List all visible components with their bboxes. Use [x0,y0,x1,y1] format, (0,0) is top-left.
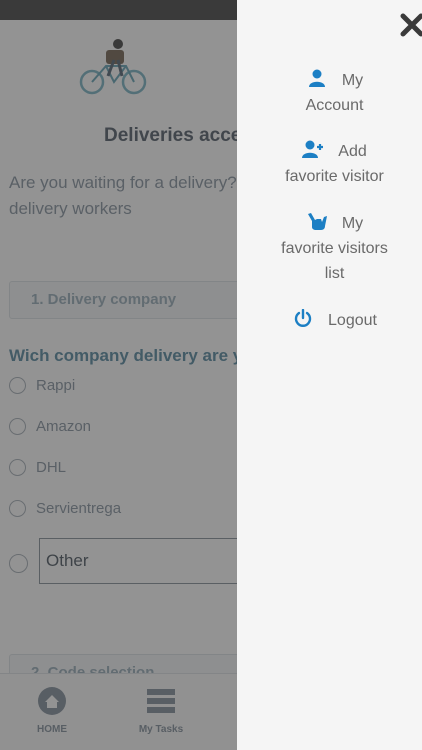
menu-label-line1: Logout [328,312,377,329]
menu-item-add-favorite-visitor[interactable]: Add favorite visitor [237,139,422,189]
close-icon[interactable] [399,12,422,38]
menu-label-line3: list [324,265,345,282]
side-drawer-menu: My Account Add favorite visitor My favor… [237,0,422,750]
user-icon [308,69,325,87]
menu-item-my-account[interactable]: My Account [237,68,422,118]
menu-label-line2: favorite visitors [281,240,388,257]
hang-loose-hand-icon [307,213,327,230]
menu-item-logout[interactable]: Logout [237,308,422,333]
menu-label-line1: Add [338,143,367,160]
menu-label-line2: Account [305,97,364,114]
menu-label-line1: My [341,72,364,89]
menu-label-line1: My [341,215,364,232]
power-icon [294,309,312,327]
add-user-icon [302,140,324,158]
menu-label-line2: favorite visitor [285,168,384,185]
menu-item-favorite-visitors-list[interactable]: My favorite visitors list [237,211,422,286]
